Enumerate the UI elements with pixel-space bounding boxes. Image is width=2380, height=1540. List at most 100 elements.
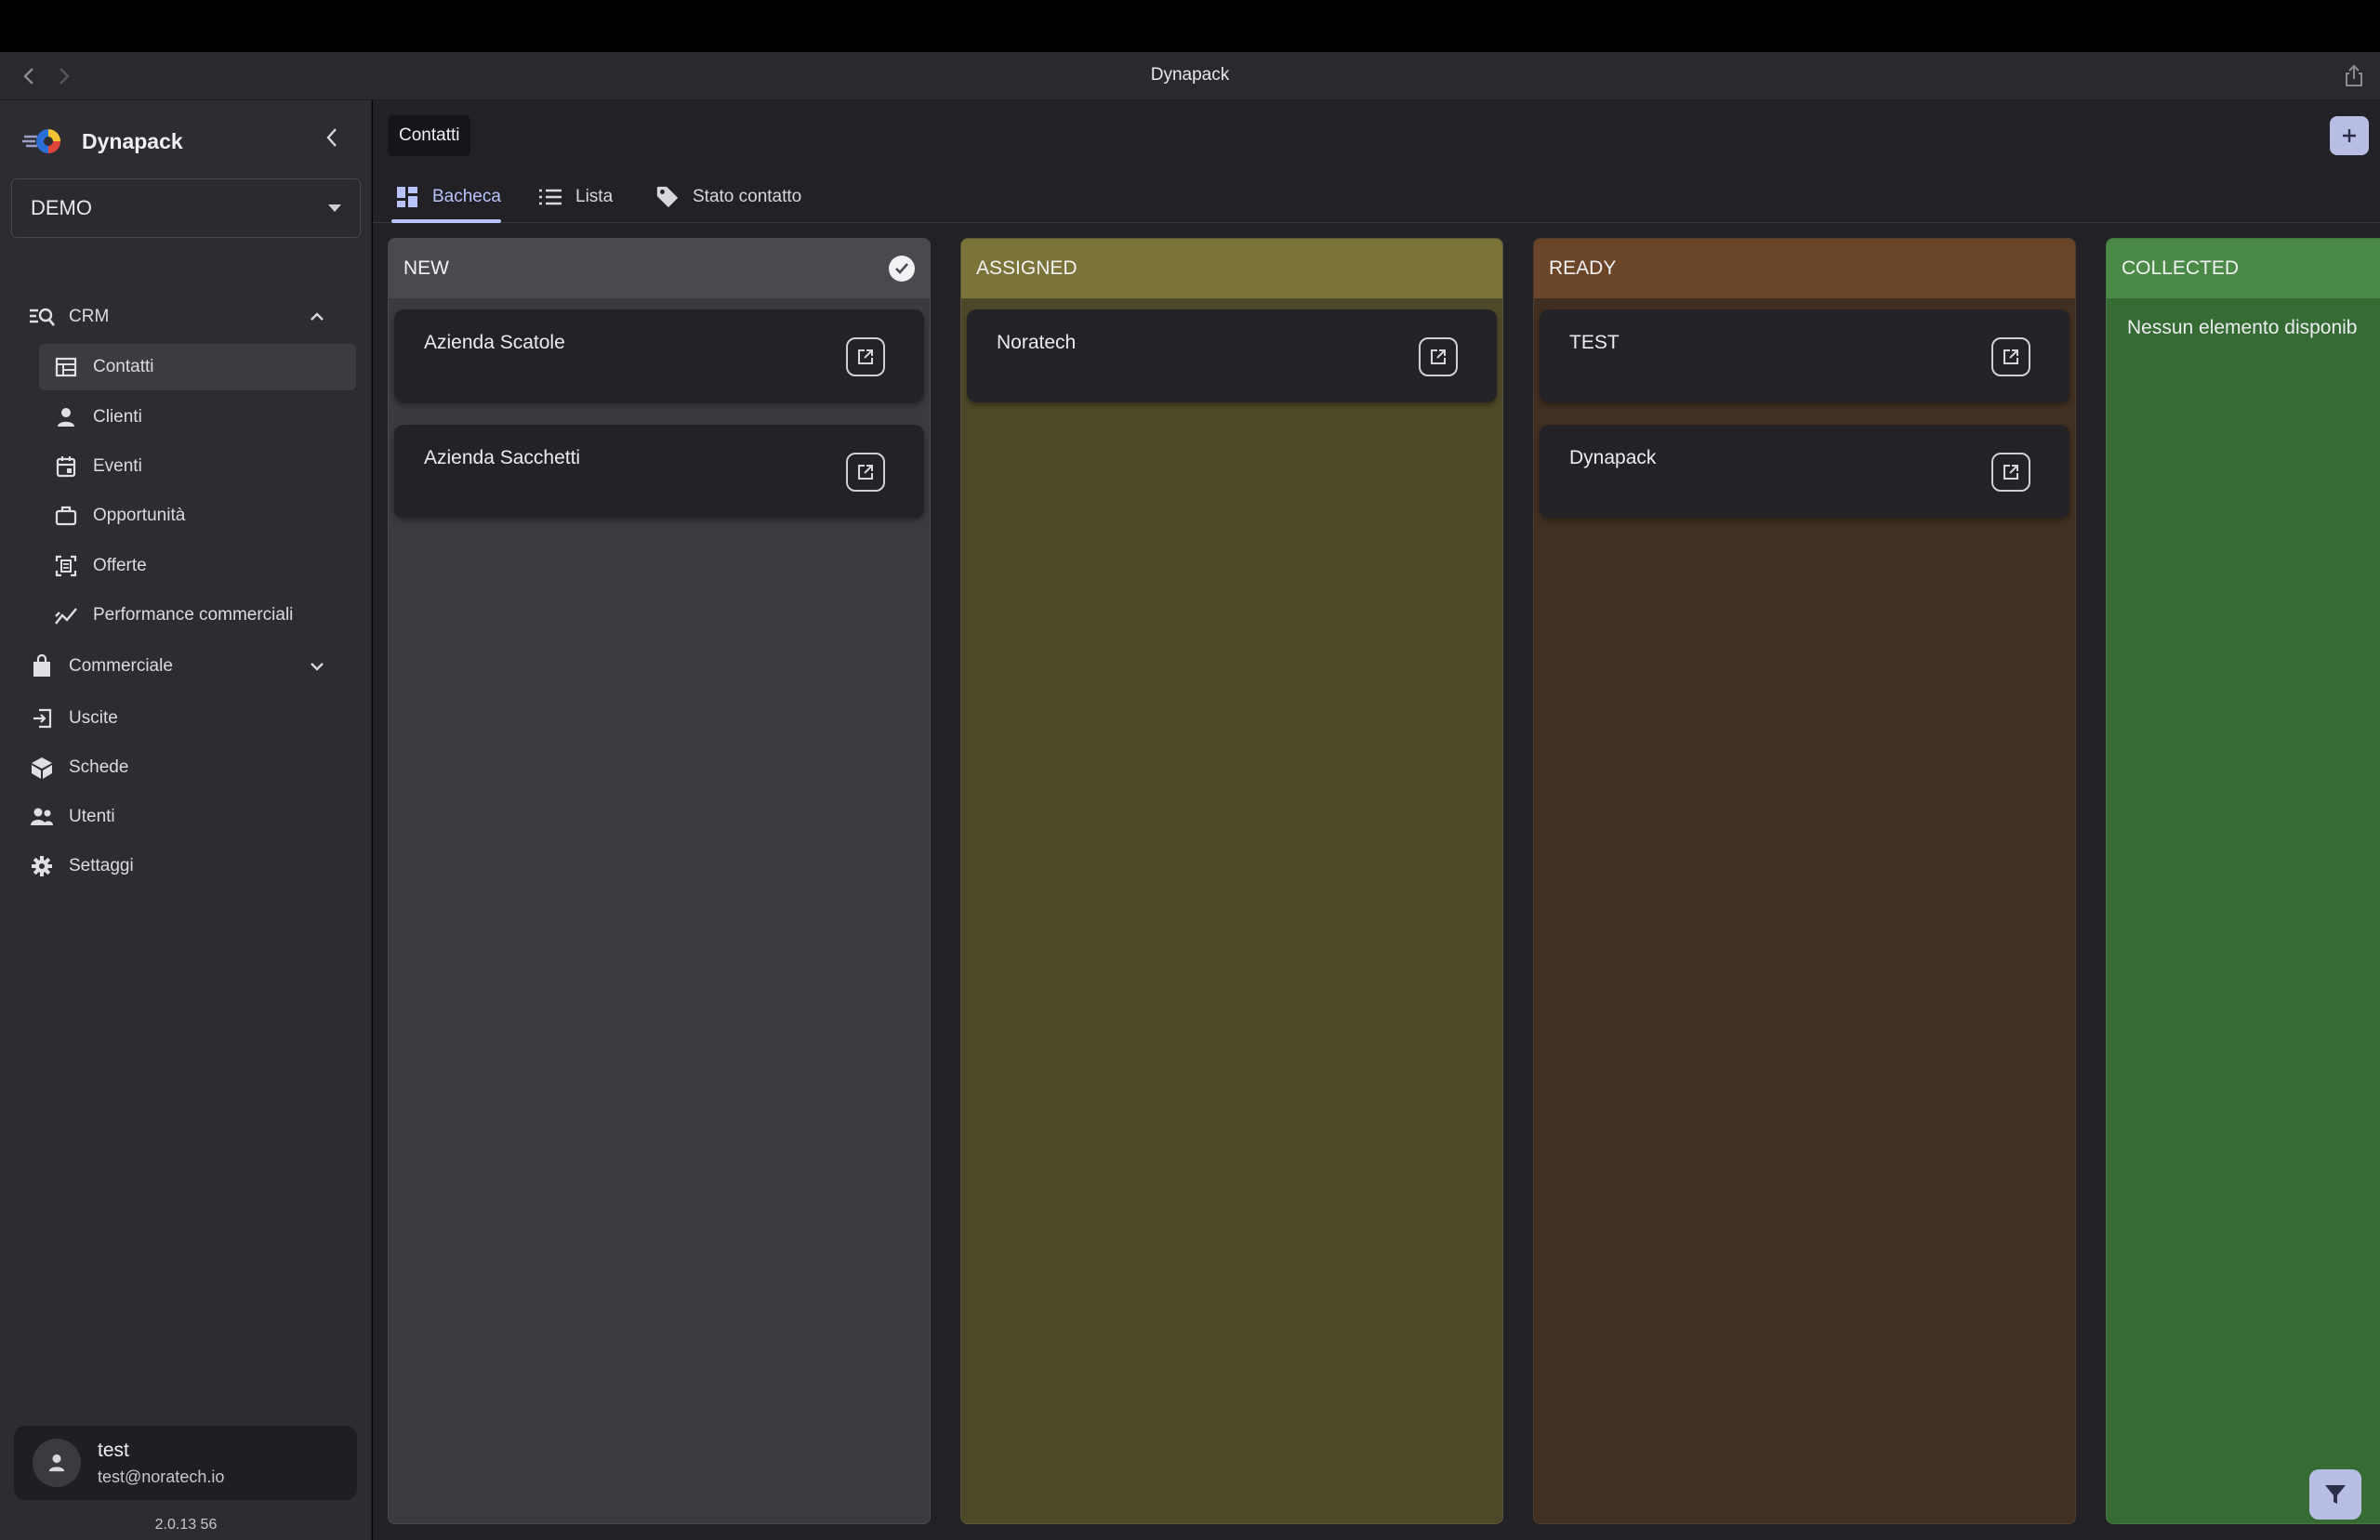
- exit-icon: [28, 704, 56, 732]
- user-name: test: [98, 1439, 129, 1461]
- open-external-icon[interactable]: [846, 337, 885, 376]
- filter-button[interactable]: [2309, 1469, 2361, 1520]
- main-content: Contatti Bacheca Lista Stato contatto NE…: [373, 100, 2380, 1540]
- sidebar: Dynapack DEMO CRM Contatti Clienti Event…: [0, 100, 372, 1540]
- sidebar-item-settaggi[interactable]: Settaggi: [28, 843, 344, 889]
- check-circle-icon[interactable]: [889, 256, 915, 282]
- sidebar-item-label: Opportunità: [93, 506, 186, 525]
- list-icon: [538, 185, 562, 209]
- kanban-card[interactable]: Noratech: [967, 309, 1497, 402]
- sidebar-item-offerte[interactable]: Offerte: [52, 543, 350, 589]
- tab-label: Bacheca: [432, 187, 501, 206]
- kanban-column-ready: READY TEST Dynapack: [1533, 238, 2076, 1524]
- kanban-card[interactable]: Dynapack: [1540, 425, 2069, 518]
- window-title: Dynapack: [1150, 65, 1230, 85]
- sidebar-item-label: Eventi: [93, 456, 142, 476]
- trend-icon: [52, 601, 80, 629]
- column-header: READY: [1534, 239, 2075, 298]
- sidebar-item-crm[interactable]: CRM: [28, 294, 344, 340]
- kanban-card[interactable]: TEST: [1540, 309, 2069, 402]
- open-external-icon[interactable]: [1991, 337, 2030, 376]
- column-title: NEW: [403, 257, 449, 279]
- filter-icon: [2325, 1485, 2346, 1504]
- sidebar-item-label: Settaggi: [69, 856, 134, 875]
- box-icon: [28, 754, 56, 782]
- plus-icon: [2343, 129, 2356, 142]
- card-title: Dynapack: [1569, 447, 1657, 468]
- tab-lista[interactable]: Lista: [538, 171, 613, 223]
- sidebar-item-utenti[interactable]: Utenti: [28, 794, 344, 840]
- sidebar-item-label: Clienti: [93, 407, 142, 427]
- card-title: Noratech: [997, 332, 1077, 353]
- kanban-column-new: NEW Azienda Scatole Azienda Sacchetti: [388, 238, 931, 1524]
- sidebar-item-clienti[interactable]: Clienti: [52, 394, 350, 441]
- calendar-icon: [52, 453, 80, 480]
- crm-search-icon: [28, 303, 56, 331]
- tab-stato-contatto[interactable]: Stato contatto: [655, 171, 801, 223]
- sidebar-item-opportunita[interactable]: Opportunità: [52, 493, 350, 539]
- column-title: ASSIGNED: [976, 257, 1078, 279]
- sidebar-item-label: CRM: [69, 307, 110, 326]
- sidebar-item-eventi[interactable]: Eventi: [52, 443, 350, 490]
- table-icon: [52, 353, 80, 381]
- sidebar-item-label: Schede: [69, 757, 129, 777]
- brand: Dynapack: [22, 119, 183, 164]
- open-external-icon[interactable]: [846, 453, 885, 492]
- sidebar-item-label: Performance commerciali: [93, 605, 294, 625]
- sidebar-item-contatti[interactable]: Contatti: [39, 344, 356, 390]
- window-titlebar: Dynapack: [0, 52, 2380, 100]
- caret-down-icon: [328, 204, 341, 212]
- sidebar-item-label: Commerciale: [69, 656, 173, 676]
- tab-label: Lista: [575, 187, 614, 206]
- sidebar-item-label: Uscite: [69, 708, 118, 728]
- environment-select[interactable]: DEMO: [11, 178, 361, 238]
- sidebar-item-label: Contatti: [93, 357, 154, 376]
- empty-column-message: Nessun elemento disponib: [2127, 317, 2358, 338]
- page-title: Contatti: [388, 115, 471, 156]
- tab-bacheca[interactable]: Bacheca: [391, 171, 501, 223]
- column-header: ASSIGNED: [961, 239, 1502, 298]
- dynapack-logo-icon: [22, 125, 65, 157]
- user-email: test@noratech.io: [98, 1467, 225, 1486]
- kanban-column-collected: COLLECTED Nessun elemento disponib: [2106, 238, 2380, 1524]
- kanban-column-assigned: ASSIGNED Noratech: [960, 238, 1503, 1524]
- kanban-card[interactable]: Azienda Sacchetti: [394, 425, 924, 518]
- tab-label: Stato contatto: [693, 187, 802, 206]
- offer-icon: [52, 552, 80, 580]
- user-card[interactable]: test test@noratech.io: [14, 1426, 357, 1500]
- sidebar-item-label: Utenti: [69, 807, 115, 826]
- open-external-icon[interactable]: [1419, 337, 1458, 376]
- card-title: Azienda Sacchetti: [424, 447, 581, 468]
- avatar: [33, 1439, 81, 1487]
- person-icon: [52, 403, 80, 431]
- column-header: COLLECTED: [2107, 239, 2380, 298]
- chevron-down-icon: [311, 663, 324, 671]
- share-icon[interactable]: [2341, 63, 2367, 89]
- brand-name: Dynapack: [82, 128, 183, 153]
- add-button[interactable]: [2330, 116, 2369, 155]
- shopping-bag-icon: [28, 652, 56, 680]
- device-top-bar: [0, 0, 2380, 52]
- open-external-icon[interactable]: [1991, 453, 2030, 492]
- tag-icon: [655, 185, 680, 209]
- column-title: READY: [1549, 257, 1617, 279]
- chevron-up-icon: [311, 312, 324, 321]
- view-tabs: Bacheca Lista Stato contatto: [373, 171, 2380, 223]
- chevron-left-icon: [326, 128, 337, 147]
- collapse-sidebar-button[interactable]: [318, 119, 346, 156]
- kanban-card[interactable]: Azienda Scatole: [394, 309, 924, 402]
- column-title: COLLECTED: [2122, 257, 2240, 279]
- person-icon: [48, 1454, 65, 1472]
- gear-icon: [28, 852, 56, 880]
- sidebar-item-commerciale[interactable]: Commerciale: [28, 643, 344, 690]
- environment-value: DEMO: [31, 196, 92, 219]
- card-title: TEST: [1569, 332, 1620, 353]
- sidebar-item-performance[interactable]: Performance commerciali: [52, 592, 350, 638]
- column-header: NEW: [389, 239, 930, 298]
- users-icon: [28, 803, 56, 831]
- sidebar-item-uscite[interactable]: Uscite: [28, 695, 344, 742]
- briefcase-icon: [52, 502, 80, 530]
- sidebar-item-schede[interactable]: Schede: [28, 744, 344, 791]
- card-title: Azienda Scatole: [424, 332, 565, 353]
- sidebar-item-label: Offerte: [93, 556, 147, 575]
